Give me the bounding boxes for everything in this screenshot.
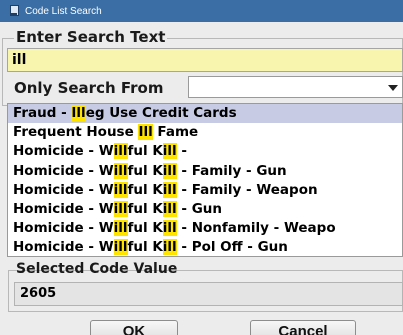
chevron-down-icon[interactable]	[388, 85, 398, 91]
match-highlight: Ill	[138, 124, 153, 141]
result-text: Homicide - W	[13, 200, 114, 217]
match-highlight: ill	[113, 143, 128, 160]
result-text: eg Use Credit Cards	[85, 105, 237, 121]
result-text: Homicide - W	[13, 143, 114, 160]
result-text: Homicide - W	[13, 239, 114, 256]
match-highlight: ill	[113, 181, 128, 198]
app-icon	[8, 5, 20, 17]
selected-code-label: Selected Code Value	[16, 261, 178, 277]
result-text: -	[176, 143, 187, 160]
result-text: Homicide - W	[13, 162, 114, 179]
result-row[interactable]: Homicide - Willful Kill - Nonfamily - We…	[8, 219, 402, 238]
match-highlight: Ill	[71, 105, 86, 121]
result-text: ful K	[127, 200, 163, 217]
match-highlight: ill	[113, 239, 128, 256]
result-text: - Pol Off - Gun	[176, 239, 288, 256]
result-text: ful K	[127, 162, 163, 179]
result-text: Fame	[152, 124, 199, 141]
cancel-button[interactable]: Cancel	[250, 320, 356, 335]
match-highlight: ill	[162, 239, 177, 256]
match-highlight: ill	[113, 200, 128, 217]
result-row[interactable]: Homicide - Willful Kill - Family - Gun	[8, 162, 402, 181]
result-text: ful K	[127, 143, 163, 160]
result-row[interactable]: Homicide - Willful Kill -	[8, 142, 402, 161]
result-row[interactable]: Frequent House Ill Fame	[8, 123, 402, 142]
match-highlight: ill	[113, 162, 128, 179]
search-input[interactable]: ill	[7, 48, 403, 72]
window-title: Code List Search	[25, 5, 102, 17]
only-search-from-label: Only Search From	[14, 79, 164, 97]
result-row[interactable]: Homicide - Willful Kill - Family - Weapo…	[8, 181, 402, 200]
only-search-from-dropdown[interactable]	[188, 76, 403, 98]
match-highlight: ill	[162, 162, 177, 179]
result-row[interactable]: Homicide - Willful Kill - Gun	[8, 200, 402, 219]
match-highlight: ill	[162, 143, 177, 160]
result-text: Frequent House	[13, 124, 139, 141]
result-text: Homicide - W	[13, 181, 114, 198]
result-row[interactable]: Fraud - Illeg Use Credit Cards	[8, 104, 402, 124]
ok-button[interactable]: OK	[90, 320, 178, 335]
result-text: ful K	[127, 239, 163, 256]
match-highlight: ill	[162, 181, 177, 198]
title-bar: Code List Search	[0, 0, 403, 22]
result-text: ful K	[127, 181, 163, 198]
selected-code-value: 2605	[14, 282, 403, 306]
result-text: - Gun	[176, 200, 222, 217]
result-text: - Nonfamily - Weapo	[176, 220, 336, 237]
results-list[interactable]: Fraud - Illeg Use Credit Cards Frequent H…	[7, 103, 403, 257]
result-text: Fraud -	[13, 105, 72, 121]
result-text: - Family - Gun	[176, 162, 287, 179]
result-text: ful K	[127, 220, 163, 237]
match-highlight: ill	[162, 220, 177, 237]
match-highlight: ill	[113, 220, 128, 237]
result-text: Homicide - W	[13, 220, 114, 237]
search-text-label: Enter Search Text	[14, 28, 168, 46]
result-row[interactable]: Homicide - Willful Kill - Pol Off - Gun	[8, 238, 402, 256]
result-text: - Family - Weapon	[176, 181, 318, 198]
match-highlight: ill	[162, 200, 177, 217]
